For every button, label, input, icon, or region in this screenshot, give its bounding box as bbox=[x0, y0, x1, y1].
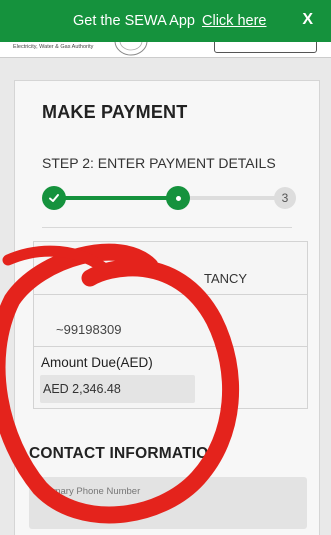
close-banner-button[interactable]: X bbox=[302, 11, 313, 29]
authority-name: Electricity, Water & Gas Authority bbox=[13, 44, 94, 50]
primary-phone-input[interactable]: Primary Phone Number bbox=[29, 477, 307, 529]
step-2-current bbox=[166, 186, 190, 210]
divider bbox=[42, 227, 292, 228]
app-banner-text: Get the SEWA App bbox=[73, 13, 195, 29]
amount-due-row: Amount Due(AED) AED 2,346.48 bbox=[33, 346, 308, 409]
app-banner-message: Get the SEWA App Click here bbox=[73, 13, 266, 29]
header-menu-button[interactable] bbox=[214, 42, 317, 53]
stepper-progress-line bbox=[54, 196, 178, 200]
account-type-value: TANCY bbox=[204, 271, 248, 286]
account-number-row: ~99198309 bbox=[33, 294, 308, 347]
site-header: Electricity, Water & Gas Authority bbox=[0, 42, 331, 58]
amount-due-label: Amount Due(AED) bbox=[41, 355, 153, 370]
amount-due-value: AED 2,346.48 bbox=[43, 382, 121, 396]
payment-card: MAKE PAYMENT STEP 2: ENTER PAYMENT DETAI… bbox=[14, 80, 320, 535]
amount-due-field: AED 2,346.48 bbox=[40, 375, 195, 403]
primary-phone-placeholder: Primary Phone Number bbox=[41, 486, 141, 497]
check-icon bbox=[49, 194, 59, 202]
account-type-row: TANCY bbox=[33, 241, 308, 295]
account-number-value: ~99198309 bbox=[56, 322, 122, 337]
emblem-icon bbox=[114, 42, 148, 56]
step-1-complete bbox=[42, 186, 66, 210]
page-title: MAKE PAYMENT bbox=[42, 102, 188, 122]
app-banner: Get the SEWA App Click here X bbox=[0, 0, 331, 42]
step-3-pending: 3 bbox=[274, 187, 296, 209]
progress-stepper: 3 bbox=[42, 185, 296, 211]
step-label: STEP 2: ENTER PAYMENT DETAILS bbox=[42, 155, 276, 171]
contact-heading: CONTACT INFORMATION bbox=[29, 445, 220, 462]
click-here-link[interactable]: Click here bbox=[202, 13, 266, 29]
stepper-remaining-line bbox=[178, 196, 284, 200]
